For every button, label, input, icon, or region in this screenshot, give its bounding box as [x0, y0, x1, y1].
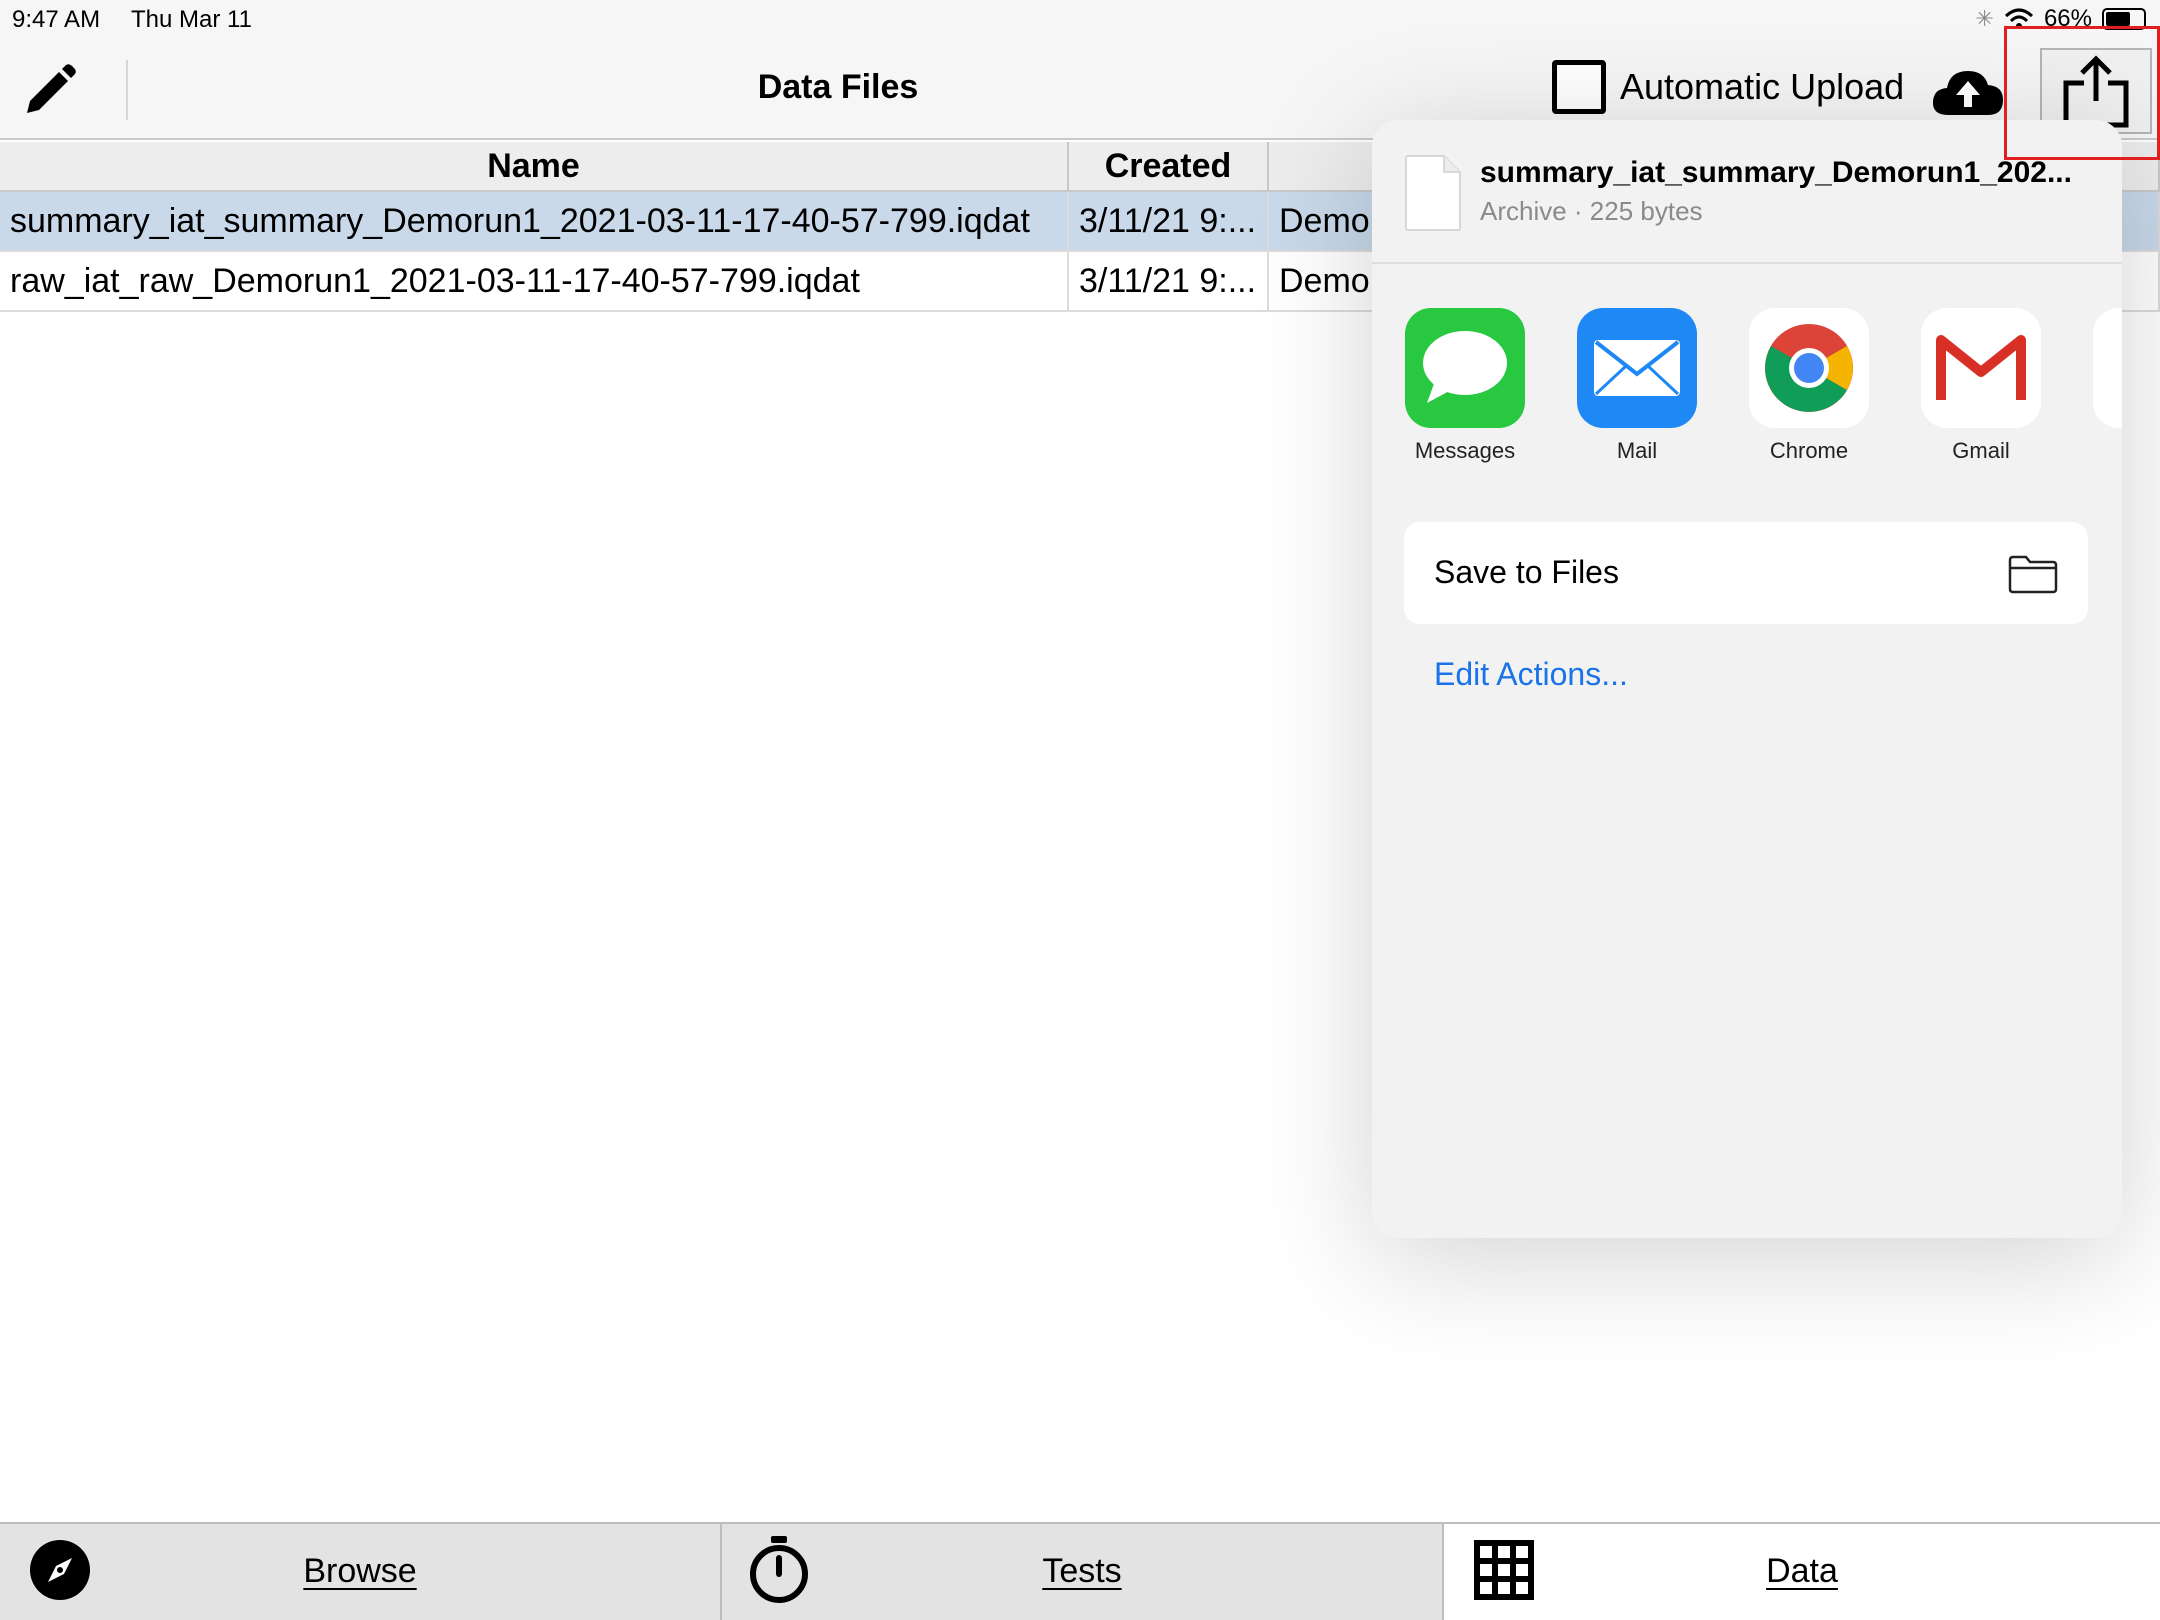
- edit-actions-link[interactable]: Edit Actions...: [1434, 656, 1628, 693]
- gmail-icon: [1921, 308, 2041, 428]
- cell-name: summary_iat_summary_Demorun1_2021-03-11-…: [0, 192, 1069, 250]
- automatic-upload-toggle[interactable]: Automatic Upload: [1552, 60, 1904, 114]
- tab-data[interactable]: Data: [1444, 1524, 2160, 1620]
- chrome-icon: [1749, 308, 1869, 428]
- save-to-files-action[interactable]: Save to Files: [1404, 522, 2088, 624]
- share-app-messages[interactable]: Messages: [1404, 308, 1526, 464]
- share-app-gmail[interactable]: Gmail: [1920, 308, 2042, 464]
- share-app-label: Gmail: [1952, 438, 2010, 463]
- status-time: 9:47 AM: [12, 6, 101, 33]
- column-header-created[interactable]: Created: [1069, 142, 1269, 190]
- mail-icon: [1577, 308, 1697, 428]
- tab-browse[interactable]: Browse: [0, 1524, 722, 1620]
- share-app-label: Chrome: [1769, 438, 1849, 463]
- tab-bar: Browse Tests Data: [0, 1522, 2160, 1620]
- share-app-mail[interactable]: Mail: [1576, 308, 1698, 464]
- share-app-label: Messages: [1414, 438, 1516, 463]
- toolbar-separator: [126, 60, 128, 120]
- share-app-partial[interactable]: [2092, 308, 2122, 428]
- tab-label: Tests: [1042, 1552, 1122, 1590]
- document-icon: [1405, 155, 1461, 231]
- highlight-frame: [2004, 26, 2160, 160]
- share-apps-row: Messages Mail Chrome Gmail: [1404, 308, 2122, 468]
- activity-spinner-icon: ✳: [1975, 6, 1994, 31]
- cloud-upload-button[interactable]: [1928, 60, 2008, 122]
- folder-icon: [2008, 555, 2058, 594]
- tab-label: Data: [1766, 1552, 1838, 1590]
- cell-created: 3/11/21 9:...: [1069, 252, 1269, 310]
- share-app-label: Mail: [1616, 438, 1658, 463]
- save-to-files-label: Save to Files: [1434, 554, 1619, 590]
- cloud-upload-icon: [1932, 71, 2003, 115]
- tab-tests[interactable]: Tests: [722, 1524, 1444, 1620]
- shared-file-meta: Archive · 225 bytes: [1480, 196, 1703, 226]
- cell-name: raw_iat_raw_Demorun1_2021-03-11-17-40-57…: [0, 252, 1069, 310]
- page-title: Data Files: [757, 68, 919, 106]
- column-header-name[interactable]: Name: [0, 142, 1069, 190]
- automatic-upload-checkbox[interactable]: [1552, 60, 1606, 114]
- status-date: Thu Mar 11: [131, 6, 252, 33]
- pencil-icon: [27, 64, 76, 113]
- status-bar: 9:47 AM Thu Mar 11 ✳ 66%: [0, 0, 2160, 40]
- app-icon: [2093, 308, 2122, 428]
- share-app-chrome[interactable]: Chrome: [1748, 308, 1870, 464]
- automatic-upload-label: Automatic Upload: [1620, 66, 1905, 107]
- tab-label: Browse: [303, 1552, 417, 1590]
- shared-file-name: summary_iat_summary_Demorun1_202...: [1480, 156, 2072, 189]
- edit-button[interactable]: [14, 58, 84, 124]
- share-sheet: summary_iat_summary_Demorun1_202... Arch…: [1372, 120, 2122, 1238]
- cell-created: 3/11/21 9:...: [1069, 192, 1269, 250]
- messages-icon: [1405, 308, 1525, 428]
